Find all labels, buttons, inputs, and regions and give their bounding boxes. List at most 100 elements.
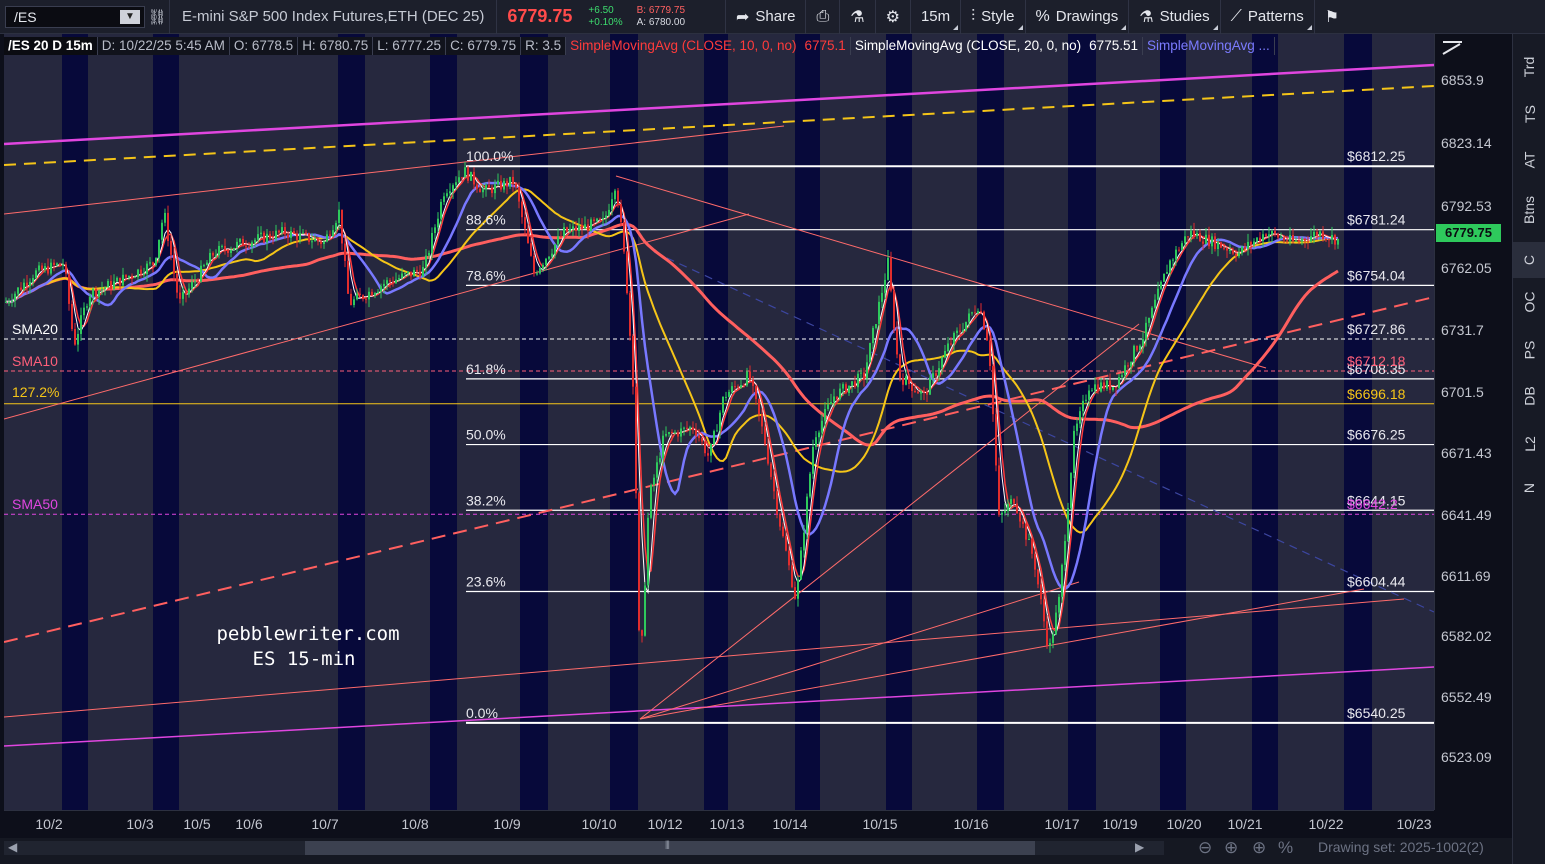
candle-body (533, 255, 535, 274)
candle-body (1199, 233, 1201, 242)
candle-body (215, 255, 217, 257)
sidebar-tab-trd[interactable]: Trd (1513, 49, 1545, 85)
price-tick-label: 6701.5 (1441, 383, 1484, 400)
candle-body (422, 266, 424, 277)
candle-body (956, 330, 958, 333)
sma10-legend[interactable]: SimpleMovingAvg (CLOSE, 10, 0, no) (566, 37, 800, 55)
sidebar-tab-btns[interactable]: Btns (1513, 192, 1545, 228)
price-chart[interactable]: 100.0% $6812.25 88.6% $6781.24 78.6% $6754.04… (4, 34, 1434, 810)
candle-body (1154, 299, 1156, 308)
zoom-out-icon[interactable]: ⊖ (1198, 838, 1212, 858)
candle-body (305, 232, 307, 234)
price-axis[interactable]: 6853.9 6823.14 6792.53 6762.05 6731.7 6701.5 6… (1434, 34, 1512, 810)
candle-body (1112, 387, 1114, 390)
style-button[interactable]: ⫶ Style (961, 0, 1024, 34)
candle-body (632, 335, 634, 387)
drawings-button[interactable]: % Drawings (1026, 0, 1129, 34)
share-button[interactable]: ➦ Share (726, 0, 805, 34)
scroll-left-icon[interactable]: ◀ (8, 840, 17, 854)
header-range: R: 3.5 (521, 37, 567, 55)
header-low: L: 6777.25 (373, 37, 447, 55)
candle-body (149, 262, 151, 264)
candle-body (1292, 234, 1294, 242)
candle-body (461, 177, 463, 179)
scroll-thumb[interactable] (305, 841, 1035, 855)
snapshot-button[interactable]: ⎙ (806, 0, 839, 34)
candle-body (644, 585, 646, 636)
sidebar-tab-db[interactable]: DB (1513, 378, 1545, 414)
date-tick-label: 10/5 (183, 816, 211, 832)
candle-body (794, 587, 796, 599)
link-icon[interactable]: ⛓ (145, 8, 169, 26)
flask-icon: ⚗ (850, 8, 865, 26)
candle-body (95, 289, 97, 297)
sma10-annotation: SMA10 (12, 353, 58, 369)
camera-icon: ⎙ (816, 7, 830, 25)
candle-body (281, 227, 283, 233)
date-tick-label: 10/15 (862, 816, 898, 832)
candle-body (1019, 512, 1021, 522)
date-axis[interactable]: 10/2 10/3 10/5 10/6 10/7 10/8 10/9 10/10 10/12 10… (4, 810, 1434, 838)
candle-body (896, 328, 898, 355)
chart-canvas[interactable]: 100.0% $6812.25 88.6% $6781.24 78.6% $6754.04… (4, 34, 1434, 810)
chevron-down-icon[interactable]: ▼ (120, 9, 140, 24)
candle-body (962, 330, 964, 332)
fib-price-label: $6604.44 (1347, 574, 1406, 590)
candle-body (866, 362, 868, 379)
candle-body (713, 431, 715, 444)
candle-body (287, 234, 289, 238)
sma50-legend[interactable]: SimpleMovingAvg ... (1143, 37, 1275, 55)
percent-icon[interactable]: % (1278, 838, 1293, 858)
candle-body (899, 354, 901, 378)
candle-body (917, 391, 919, 394)
sidebar-tab-n[interactable]: N (1513, 470, 1545, 506)
candle-body (197, 281, 199, 283)
sidebar-tab-ts[interactable]: TS (1513, 96, 1545, 132)
study-lab-button[interactable]: ⚗ (840, 0, 874, 34)
session-band (795, 34, 820, 810)
sidebar-tab-label: N (1521, 482, 1538, 494)
candle-body (710, 443, 712, 456)
share-label: Share (755, 8, 796, 25)
candle-body (926, 392, 928, 395)
timeframe-button[interactable]: 15m (911, 0, 960, 34)
patterns-button[interactable]: ⟋ Patterns (1221, 0, 1314, 34)
flag-button[interactable]: ⚑ (1315, 0, 1349, 34)
sidebar-tab-ps[interactable]: PS (1513, 332, 1545, 368)
sidebar-tab-c[interactable]: C (1513, 242, 1545, 278)
candle-body (449, 191, 451, 194)
sidebar-tab-l2[interactable]: L2 (1513, 426, 1545, 462)
price-tick-label: 6552.49 (1441, 688, 1492, 705)
candle-body (377, 291, 379, 294)
date-tick-label: 10/7 (311, 816, 339, 832)
sidebar-tab-at[interactable]: AT (1513, 142, 1545, 178)
candle-body (443, 196, 445, 202)
sma20-legend[interactable]: SimpleMovingAvg (CLOSE, 20, 0, no) (851, 37, 1085, 55)
settings-button[interactable]: ⚙ (876, 0, 910, 34)
session-band (1160, 34, 1186, 810)
candle-body (854, 381, 856, 388)
sidebar-tab-oc[interactable]: OC (1513, 284, 1545, 320)
zoom-in-icon[interactable]: ⊕ (1224, 838, 1238, 858)
candle-body (869, 343, 871, 363)
candle-body (1160, 281, 1162, 289)
candle-body (890, 257, 892, 291)
candle-body (434, 227, 436, 233)
candle-body (248, 246, 250, 248)
studies-button[interactable]: ⚗ Studies (1129, 0, 1219, 34)
candle-body (395, 279, 397, 284)
candle-body (1334, 234, 1336, 245)
candle-body (1046, 621, 1048, 646)
session-band (886, 34, 912, 810)
candle-body (701, 438, 703, 442)
candle-body (128, 275, 130, 278)
fit-icon[interactable]: ⊕ (1252, 838, 1266, 858)
net-change: +6.50 (588, 4, 614, 16)
drawing-tool-icon[interactable] (1440, 38, 1466, 58)
drawing-set-label: Drawing set: 2025-1002(2) (1318, 839, 1484, 855)
candle-body (227, 249, 229, 254)
candle-body (1319, 231, 1321, 236)
symbol-selector[interactable]: /ES ▼ (5, 5, 145, 28)
price-tick-label: 6762.05 (1441, 259, 1492, 276)
scroll-right-icon[interactable]: ▶ (1135, 840, 1144, 854)
